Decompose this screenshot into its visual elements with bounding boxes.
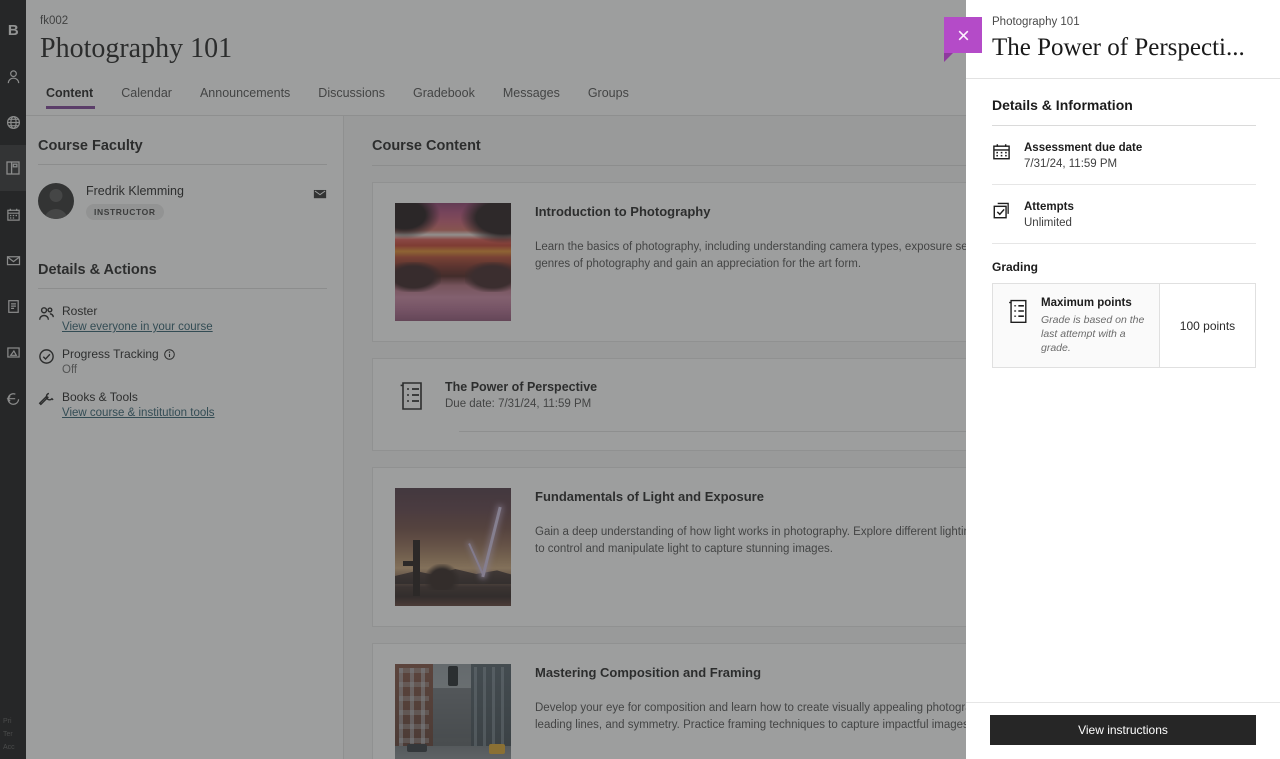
panel-row-due-date: Assessment due date 7/31/24, 11:59 PM (992, 126, 1256, 185)
assessment-detail-panel: Photography 101 The Power of Perspecti..… (966, 0, 1280, 759)
panel-header: Photography 101 The Power of Perspecti..… (966, 0, 1280, 79)
panel-footer: View instructions (966, 702, 1280, 759)
calendar-icon (992, 142, 1011, 161)
panel-body: Details & Information Assessment due dat… (966, 79, 1280, 702)
panel-label-attempts: Attempts (1024, 199, 1074, 215)
close-icon (956, 28, 971, 43)
grading-box: Maximum points Grade is based on the las… (992, 283, 1256, 368)
panel-value-due-date: 7/31/24, 11:59 PM (1024, 156, 1142, 172)
grading-points: 100 points (1159, 284, 1255, 367)
attempts-icon (992, 201, 1011, 220)
assessment-icon (1005, 297, 1031, 325)
panel-label-due-date: Assessment due date (1024, 140, 1142, 156)
panel-breadcrumb: Photography 101 (992, 14, 1264, 30)
panel-row-attempts: Attempts Unlimited (992, 185, 1256, 244)
screen: B (0, 0, 1280, 759)
grading-title: Maximum points (1041, 296, 1149, 311)
view-instructions-button[interactable]: View instructions (990, 715, 1256, 745)
panel-title: The Power of Perspecti... (992, 32, 1264, 64)
panel-value-attempts: Unlimited (1024, 215, 1074, 231)
grading-note: Grade is based on the last attempt with … (1041, 313, 1149, 355)
grading-heading: Grading (992, 260, 1256, 274)
close-panel-button[interactable] (944, 17, 982, 53)
details-information-heading: Details & Information (992, 97, 1256, 113)
